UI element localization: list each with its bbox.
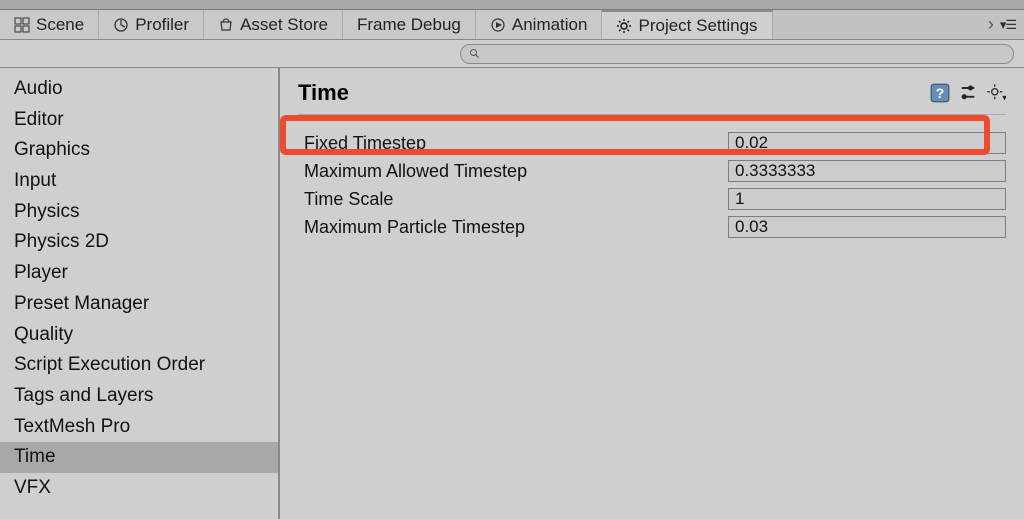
sidebar-item-label: Time [14, 446, 56, 467]
field-value: 1 [735, 189, 744, 209]
settings-search-row [0, 40, 1024, 68]
sidebar-item-input[interactable]: Input [0, 166, 278, 197]
sidebar-item-label: Quality [14, 324, 73, 345]
property-row-max-particle-timestep: Maximum Particle Timestep 0.03 [298, 213, 1006, 241]
tab-asset-store[interactable]: Asset Store [204, 10, 343, 39]
tab-profiler[interactable]: Profiler [99, 10, 204, 39]
panel-titlebar: Time ? ▾ [298, 78, 1006, 108]
scene-icon [14, 17, 30, 33]
sliders-icon [958, 83, 978, 103]
sidebar-item-vfx[interactable]: VFX [0, 473, 278, 504]
tab-scene[interactable]: Scene [0, 10, 99, 39]
sidebar-item-physics[interactable]: Physics [0, 197, 278, 228]
gear-icon [616, 18, 632, 34]
property-row-fixed-timestep: Fixed Timestep 0.02 [298, 129, 1006, 157]
property-label: Time Scale [298, 189, 728, 210]
sidebar-item-label: VFX [14, 477, 51, 498]
property-row-time-scale: Time Scale 1 [298, 185, 1006, 213]
sidebar-item-tags-and-layers[interactable]: Tags and Layers [0, 381, 278, 412]
sidebar-item-quality[interactable]: Quality [0, 320, 278, 351]
sidebar-item-time[interactable]: Time [0, 442, 278, 473]
help-icon: ? [930, 83, 950, 103]
sidebar-item-label: Input [14, 170, 56, 191]
tab-label: Project Settings [638, 16, 757, 36]
property-row-max-allowed-timestep: Maximum Allowed Timestep 0.3333333 [298, 157, 1006, 185]
tab-label: Frame Debug [357, 15, 461, 35]
animation-icon [490, 17, 506, 33]
sidebar-item-textmesh-pro[interactable]: TextMesh Pro [0, 412, 278, 443]
tab-frame-debug[interactable]: Frame Debug [343, 10, 476, 39]
svg-text:?: ? [936, 86, 944, 101]
sidebar-item-audio[interactable]: Audio [0, 74, 278, 105]
profiler-icon [113, 17, 129, 33]
field-value: 0.3333333 [735, 161, 815, 181]
sidebar-item-graphics[interactable]: Graphics [0, 135, 278, 166]
sidebar-item-player[interactable]: Player [0, 258, 278, 289]
panel-title: Time [298, 80, 349, 106]
sidebar-item-label: Preset Manager [14, 293, 149, 314]
window-tab-bar: Scene Profiler Asset Store Frame Debug A… [0, 10, 1024, 40]
tab-options-icon: ▾☰ [1000, 17, 1016, 33]
settings-category-sidebar: Audio Editor Graphics Input Physics Phys… [0, 68, 280, 519]
tab-overflow[interactable]: › ▾☰ [980, 10, 1024, 39]
tab-label: Profiler [135, 15, 189, 35]
max-particle-timestep-field[interactable]: 0.03 [728, 216, 1006, 238]
gear-small-icon: ▾ [986, 83, 1006, 103]
fixed-timestep-field[interactable]: 0.02 [728, 132, 1006, 154]
property-label: Fixed Timestep [298, 133, 728, 154]
field-value: 0.02 [735, 133, 768, 153]
tab-animation[interactable]: Animation [476, 10, 603, 39]
field-value: 0.03 [735, 217, 768, 237]
chevron-right-icon: › [988, 14, 994, 35]
max-allowed-timestep-field[interactable]: 0.3333333 [728, 160, 1006, 182]
tab-label: Asset Store [240, 15, 328, 35]
svg-text:▾: ▾ [1002, 93, 1006, 103]
help-button[interactable]: ? [930, 83, 950, 103]
settings-body: Audio Editor Graphics Input Physics Phys… [0, 68, 1024, 519]
tab-label: Scene [36, 15, 84, 35]
sidebar-item-editor[interactable]: Editor [0, 105, 278, 136]
sidebar-item-label: Tags and Layers [14, 385, 153, 406]
search-icon [469, 48, 481, 60]
tab-label: Animation [512, 15, 588, 35]
sidebar-item-label: Graphics [14, 139, 90, 160]
sidebar-item-label: Physics 2D [14, 231, 109, 252]
property-label: Maximum Particle Timestep [298, 217, 728, 238]
tab-project-settings[interactable]: Project Settings [602, 10, 772, 39]
sidebar-item-script-execution-order[interactable]: Script Execution Order [0, 350, 278, 381]
sidebar-item-label: Script Execution Order [14, 354, 205, 375]
sidebar-item-label: TextMesh Pro [14, 416, 130, 437]
sidebar-item-preset-manager[interactable]: Preset Manager [0, 289, 278, 320]
sidebar-item-label: Editor [14, 109, 64, 130]
sidebar-item-label: Physics [14, 201, 79, 222]
property-label: Maximum Allowed Timestep [298, 161, 728, 182]
time-scale-field[interactable]: 1 [728, 188, 1006, 210]
cropped-toolbar [0, 0, 1024, 10]
settings-menu-button[interactable]: ▾ [986, 83, 1006, 103]
sidebar-item-label: Audio [14, 78, 63, 99]
search-input[interactable] [460, 44, 1014, 64]
sidebar-item-label: Player [14, 262, 68, 283]
presets-button[interactable] [958, 83, 978, 103]
asset-store-icon [218, 17, 234, 33]
sidebar-item-physics-2d[interactable]: Physics 2D [0, 227, 278, 258]
settings-panel: Time ? ▾ Fixed Timestep 0.02 Maximum All… [280, 68, 1024, 519]
